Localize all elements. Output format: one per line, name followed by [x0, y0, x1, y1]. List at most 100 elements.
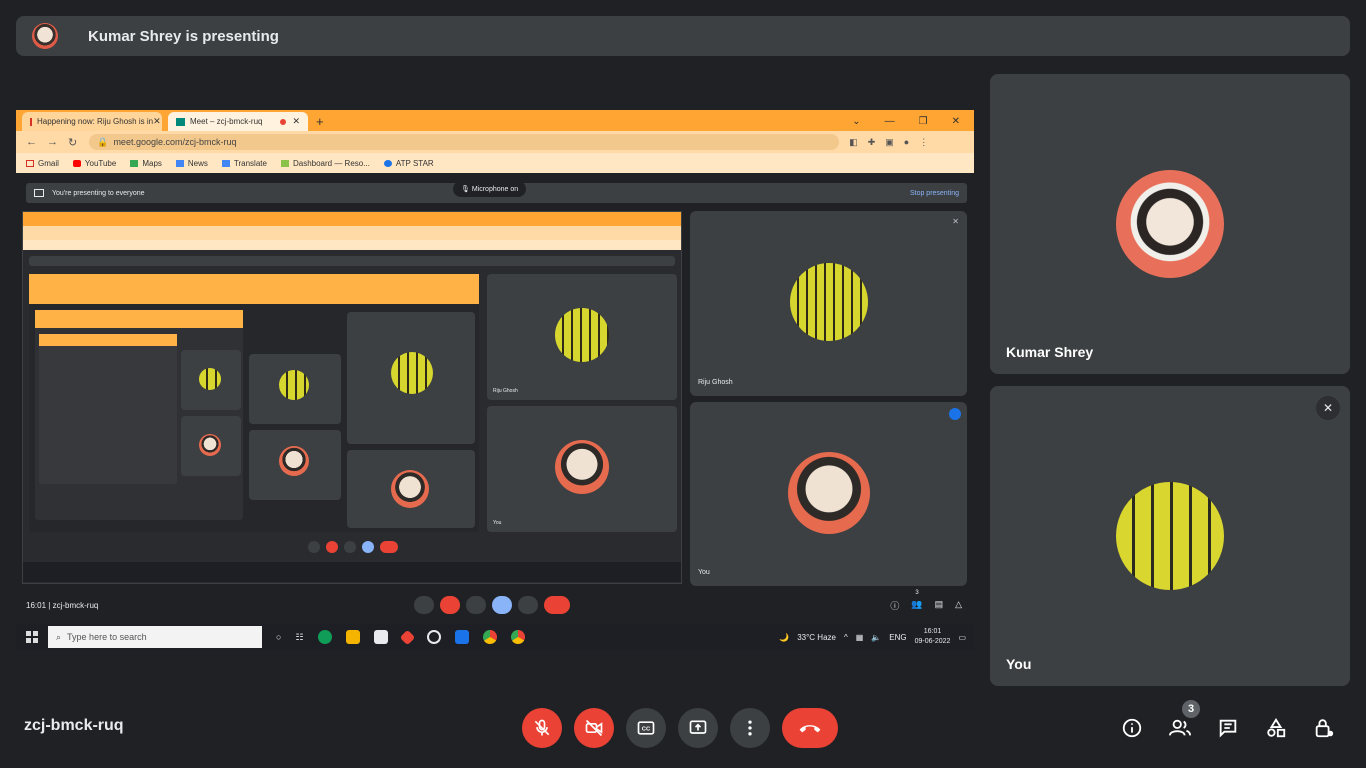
- participant-name: You: [1006, 656, 1032, 672]
- stop-presenting-button[interactable]: Stop presenting: [910, 190, 959, 197]
- widgets-icon[interactable]: ☷: [295, 632, 303, 643]
- inner-code: zcj-bmck-ruq: [52, 600, 99, 610]
- nested-screen-level-3: [35, 310, 243, 520]
- notification-icon[interactable]: ▭: [958, 633, 966, 642]
- puzzle-icon[interactable]: ✚: [868, 137, 876, 148]
- browser-tab-meet[interactable]: Meet – zcj-bmck-ruq ✕: [168, 112, 308, 131]
- nested-present-button: [362, 541, 374, 553]
- nested-captions-button: [344, 541, 356, 553]
- hang-up-icon: [799, 725, 821, 733]
- restore-icon[interactable]: ❐: [919, 116, 928, 127]
- meeting-code[interactable]: zcj-bmck-ruq: [24, 717, 124, 735]
- youtube-icon: [72, 159, 81, 167]
- browser-tab-gmail[interactable]: Happening now: Riju Ghosh is in ✕: [22, 112, 162, 131]
- svg-text:CC: CC: [642, 727, 651, 733]
- network-icon[interactable]: ▦: [856, 633, 864, 642]
- nested-screen-level-4: [39, 334, 177, 484]
- nested-tile-name: Riju Ghosh: [493, 388, 518, 394]
- chrome-icon[interactable]: [482, 630, 497, 644]
- presenting-banner: Kumar Shrey is presenting: [16, 16, 1350, 56]
- nested-mic-button: [308, 541, 320, 553]
- taskbar-search-placeholder: Type here to search: [67, 632, 147, 642]
- bookmark-dashboard[interactable]: Dashboard — Reso...: [280, 159, 370, 168]
- microphone-status-pill: 🎙 Microphone on: [453, 181, 527, 197]
- taskbar-clock[interactable]: 16:01 09-06-2022: [915, 627, 951, 647]
- file-explorer-icon[interactable]: [345, 630, 360, 644]
- window-controls: ⌄ — ❐ ✕: [852, 116, 960, 127]
- forward-icon[interactable]: →: [47, 136, 58, 148]
- captions-button[interactable]: CC: [626, 708, 666, 748]
- chevron-down-icon[interactable]: ⌄: [852, 116, 860, 127]
- url-field[interactable]: 🔒 meet.google.com/zcj-bmck-ruq: [89, 134, 840, 150]
- windows-taskbar: ⌕ Type here to search ○ ☷ 🌙 33°C Haze ^ …: [16, 624, 974, 650]
- avatar: [555, 440, 609, 494]
- nested-tile: [181, 350, 241, 410]
- close-window-icon[interactable]: ✕: [952, 116, 960, 127]
- nested-tile: [181, 416, 241, 476]
- chrome-icon[interactable]: [510, 630, 525, 644]
- chevron-up-icon[interactable]: ^: [844, 633, 848, 642]
- lock-person-icon: [1315, 719, 1334, 738]
- meeting-details-button[interactable]: [1118, 714, 1146, 742]
- people-button[interactable]: [1166, 714, 1194, 742]
- taskbar-apps: ○ ☷: [276, 629, 525, 645]
- back-icon[interactable]: ←: [26, 136, 37, 148]
- avatar: [279, 370, 309, 400]
- task-view-icon[interactable]: ○: [276, 632, 281, 642]
- address-bar-row: ← → ↻ 🔒 meet.google.com/zcj-bmck-ruq ◧ ✚…: [16, 131, 974, 153]
- edge-icon[interactable]: [317, 630, 332, 644]
- activities-button[interactable]: [1262, 714, 1290, 742]
- avatar: [788, 452, 870, 534]
- extension-icon[interactable]: ◧: [849, 137, 858, 148]
- language-indicator[interactable]: ENG: [889, 633, 906, 642]
- bookmark-youtube[interactable]: YouTube: [72, 159, 116, 168]
- menu-icon[interactable]: ⋮: [919, 137, 928, 148]
- windows-start-icon[interactable]: [26, 631, 38, 643]
- mic-toggle-button[interactable]: [522, 708, 562, 748]
- sidepanel-icon[interactable]: ▣: [885, 137, 894, 148]
- info-icon: [1122, 718, 1142, 738]
- bookmark-label: Maps: [142, 158, 162, 168]
- people-count-badge: 3: [1182, 700, 1200, 718]
- bookmark-label: Translate: [233, 158, 267, 168]
- avatar: [391, 470, 429, 508]
- present-now-button[interactable]: [678, 708, 718, 748]
- mail-icon[interactable]: [454, 630, 469, 644]
- recording-dot-icon: [280, 118, 287, 125]
- presenter-avatar: [32, 23, 58, 49]
- github-icon[interactable]: [426, 630, 441, 644]
- close-icon[interactable]: ✕: [153, 116, 161, 127]
- more-options-button[interactable]: [730, 708, 770, 748]
- camera-toggle-button[interactable]: [574, 708, 614, 748]
- minimize-icon[interactable]: —: [885, 116, 895, 127]
- bookmark-maps[interactable]: Maps: [130, 159, 162, 168]
- profile-icon[interactable]: ●: [904, 137, 909, 148]
- leave-call-button[interactable]: [782, 708, 838, 748]
- office-icon[interactable]: [399, 629, 415, 645]
- volume-icon[interactable]: 🔈: [871, 633, 881, 642]
- search-icon: ⌕: [56, 631, 62, 642]
- bookmark-gmail[interactable]: Gmail: [26, 159, 59, 168]
- chat-button[interactable]: [1214, 714, 1242, 742]
- inner-call-buttons: [414, 596, 570, 614]
- close-icon[interactable]: ✕: [292, 116, 300, 127]
- nested-tile: [347, 312, 475, 444]
- store-icon[interactable]: [373, 630, 388, 644]
- bookmark-translate[interactable]: Translate: [221, 158, 267, 168]
- bookmark-atp-star[interactable]: ATP STAR: [383, 159, 434, 168]
- reload-icon[interactable]: ↻: [68, 136, 77, 149]
- meet-icon: [176, 117, 185, 126]
- inner-time: 16:01: [26, 600, 47, 610]
- bookmark-news[interactable]: News: [175, 159, 208, 168]
- nested-address-bar: [23, 226, 681, 240]
- taskbar-search-field[interactable]: ⌕ Type here to search: [48, 626, 262, 648]
- participant-tile-kumar[interactable]: Kumar Shrey: [990, 74, 1350, 374]
- nested-end-button: [380, 541, 398, 553]
- inner-separator: |: [48, 600, 51, 610]
- avatar: [391, 352, 433, 394]
- new-tab-icon[interactable]: +: [316, 114, 324, 129]
- participant-tile-you[interactable]: ✕ You: [990, 386, 1350, 686]
- people-icon: 👥 3: [911, 589, 923, 609]
- speaking-indicator-icon: [949, 408, 961, 420]
- host-controls-button[interactable]: [1310, 714, 1338, 742]
